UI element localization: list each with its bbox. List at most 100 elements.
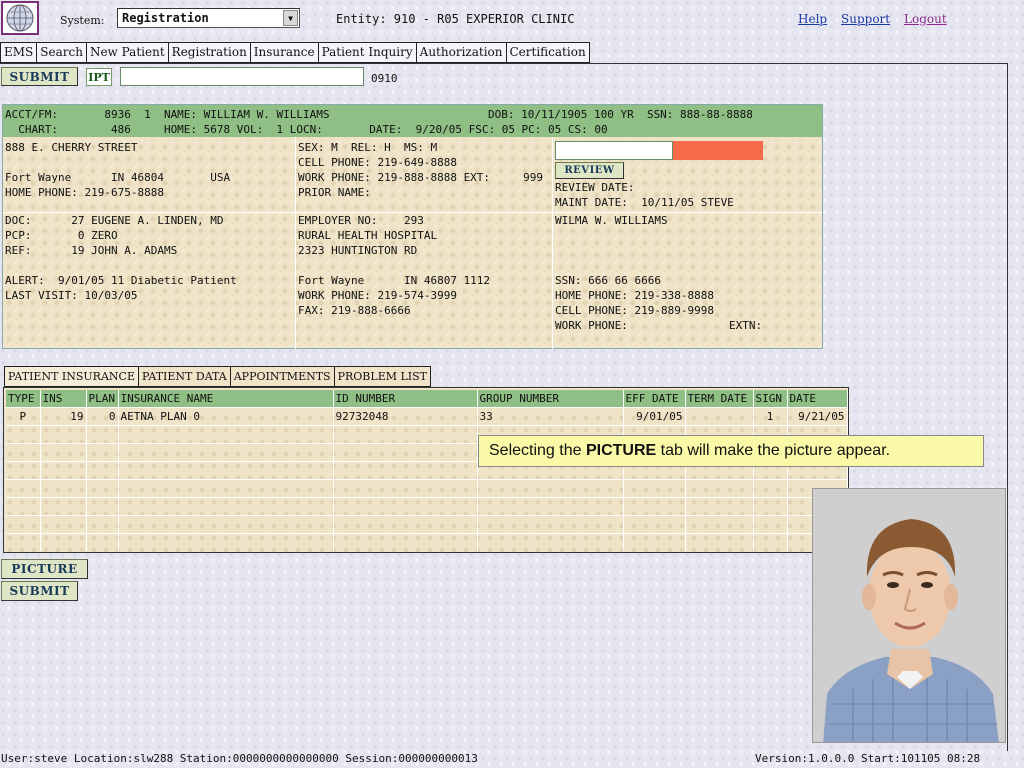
col-insurance-name: INSURANCE NAME [118, 390, 334, 407]
system-select[interactable]: Registration ▼ [117, 8, 300, 28]
logout-link[interactable]: Logout [904, 12, 947, 26]
tab-new-patient[interactable]: New Patient [85, 42, 168, 63]
chart-line: CHART: 486 HOME: 5678 VOL: 1 LOCN: DATE:… [5, 123, 608, 136]
tab-problem-list[interactable]: PROBLEM LIST [333, 366, 432, 387]
tooltip-text-before: Selecting the [489, 442, 586, 459]
status-bar: User:steve Location:slw288 Station:00000… [0, 751, 1024, 768]
cell-ins: 19 [40, 406, 87, 425]
review-button[interactable]: REVIEW [555, 162, 624, 179]
tab-patient-inquiry[interactable]: Patient Inquiry [317, 42, 416, 63]
insurance-panel: TYPE INS PLAN INSURANCE NAME ID NUMBER G… [3, 387, 849, 553]
employer-no: EMPLOYER NO: 293 [298, 214, 424, 227]
submit-button-top[interactable]: SUBMIT [1, 67, 78, 86]
guarantor-name: WILMA W. WILLIAMS [555, 214, 668, 227]
patient-photo [812, 488, 1006, 743]
picture-button[interactable]: PICTURE [1, 559, 88, 579]
support-link[interactable]: Support [841, 12, 890, 26]
acct-line: ACCT/FM: 8936 1 NAME: WILLIAM W. WILLIAM… [5, 108, 330, 121]
tab-search[interactable]: Search [36, 42, 86, 63]
col-sign: SIGN [753, 390, 788, 407]
table-row [6, 514, 848, 533]
patient-subtabs: PATIENT INSURANCE PATIENT DATA APPOINTME… [4, 366, 432, 387]
prior-name: PRIOR NAME: [298, 186, 371, 199]
tab-appointments[interactable]: APPOINTMENTS [229, 366, 334, 387]
cell-term-date [685, 406, 754, 425]
cell-sign: 1 [753, 406, 788, 425]
col-id-number: ID NUMBER [333, 390, 478, 407]
guarantor-extn: EXTN: [729, 319, 763, 332]
doc-line: DOC: 27 EUGENE A. LINDEN, MD [5, 214, 224, 227]
dob-ssn-line: DOB: 10/11/1905 100 YR SSN: 888-88-8888 [488, 108, 753, 121]
col-plan: PLAN [86, 390, 119, 407]
col-date: DATE [787, 390, 848, 407]
submit-button-bottom[interactable]: SUBMIT [1, 581, 78, 601]
employer-fax: FAX: 219-888-6666 [298, 304, 411, 317]
review-input[interactable] [555, 141, 673, 160]
entity-label: Entity: 910 - R05 EXPERIOR CLINIC [336, 12, 575, 26]
tab-insurance[interactable]: Insurance [249, 42, 318, 63]
tab-registration[interactable]: Registration [167, 42, 250, 63]
patient-panel: ACCT/FM: 8936 1 NAME: WILLIAM W. WILLIAM… [2, 104, 823, 349]
tooltip-text-after: tab will make the picture appear. [656, 442, 891, 459]
address-city: Fort Wayne IN 46804 USA [5, 171, 231, 184]
cell-phone: CELL PHONE: 219-649-8888 [298, 156, 457, 169]
cell-group-number: 33 [477, 406, 624, 425]
tab-patient-insurance[interactable]: PATIENT INSURANCE [4, 366, 138, 387]
patient-photo-illustration [813, 489, 1005, 742]
patient-header: ACCT/FM: 8936 1 NAME: WILLIAM W. WILLIAM… [3, 105, 822, 137]
main-menu: EMS Search New Patient Registration Insu… [0, 42, 590, 63]
address-street: 888 E. CHERRY STREET [5, 141, 138, 154]
tab-ems[interactable]: EMS [0, 42, 37, 63]
system-select-value: Registration [122, 11, 209, 25]
alert-line: ALERT: 9/01/05 11 Diabetic Patient [5, 274, 237, 287]
cell-eff-date: 9/01/05 [623, 406, 686, 425]
tab-patient-data[interactable]: PATIENT DATA [137, 366, 230, 387]
col-ins: INS [40, 390, 87, 407]
tooltip-text-bold: PICTURE [585, 442, 657, 459]
hint-tooltip: Selecting the PICTURE tab will make the … [478, 435, 984, 467]
tab-certification[interactable]: Certification [505, 42, 590, 63]
globe-icon [6, 4, 34, 32]
employer-work-phone: WORK PHONE: 219-574-3999 [298, 289, 457, 302]
app-logo [1, 1, 39, 35]
column-divider [295, 137, 296, 349]
sex-rel-ms: SEX: M REL: H MS: M [298, 141, 438, 154]
status-session-info: User:steve Location:slw288 Station:00000… [1, 752, 478, 765]
guarantor-work-phone: WORK PHONE: [555, 319, 628, 332]
employer-city: Fort Wayne IN 46807 1112 [298, 274, 491, 287]
chevron-down-icon[interactable]: ▼ [283, 10, 298, 26]
table-row [6, 532, 848, 551]
cell-type: P [6, 406, 41, 425]
insurance-table: TYPE INS PLAN INSURANCE NAME ID NUMBER G… [6, 390, 848, 551]
insurance-table-header: TYPE INS PLAN INSURANCE NAME ID NUMBER G… [6, 390, 848, 407]
ipt-label: IPT [86, 68, 112, 86]
col-term-date: TERM DATE [685, 390, 754, 407]
col-type: TYPE [6, 390, 41, 407]
last-visit: LAST VISIT: 10/03/05 [5, 289, 138, 302]
review-date: REVIEW DATE: [555, 181, 635, 194]
employer-address: 2323 HUNTINGTON RD [298, 244, 418, 257]
col-group-number: GROUP NUMBER [477, 390, 624, 407]
entity-code: 0910 [371, 72, 398, 85]
cell-date: 9/21/05 [787, 406, 848, 425]
cell-plan: 0 [86, 406, 119, 425]
help-link[interactable]: Help [798, 12, 827, 26]
ref-line: REF: 19 JOHN A. ADAMS [5, 244, 178, 257]
table-row [6, 478, 848, 497]
guarantor-home-phone: HOME PHONE: 219-338-8888 [555, 289, 714, 302]
table-row [6, 496, 848, 515]
table-row[interactable]: P 19 0 AETNA PLAN 0 92732048 33 9/01/05 … [6, 406, 848, 425]
guarantor-cell-phone: CELL PHONE: 219-889-9998 [555, 304, 714, 317]
maint-date: MAINT DATE: 10/11/05 STEVE [555, 196, 734, 209]
home-phone: HOME PHONE: 219-675-8888 [5, 186, 164, 199]
tab-authorization[interactable]: Authorization [415, 42, 506, 63]
status-version-info: Version:1.0.0.0 Start:101105 08:28 [755, 752, 981, 765]
ipt-input[interactable] [120, 67, 364, 86]
pcp-line: PCP: 0 ZERO [5, 229, 118, 242]
system-label: System: [60, 14, 105, 27]
status-indicator [673, 141, 763, 160]
col-eff-date: EFF DATE [623, 390, 686, 407]
guarantor-ssn: SSN: 666 66 6666 [555, 274, 661, 287]
cell-insurance-name: AETNA PLAN 0 [118, 406, 334, 425]
employer-name: RURAL HEALTH HOSPITAL [298, 229, 438, 242]
